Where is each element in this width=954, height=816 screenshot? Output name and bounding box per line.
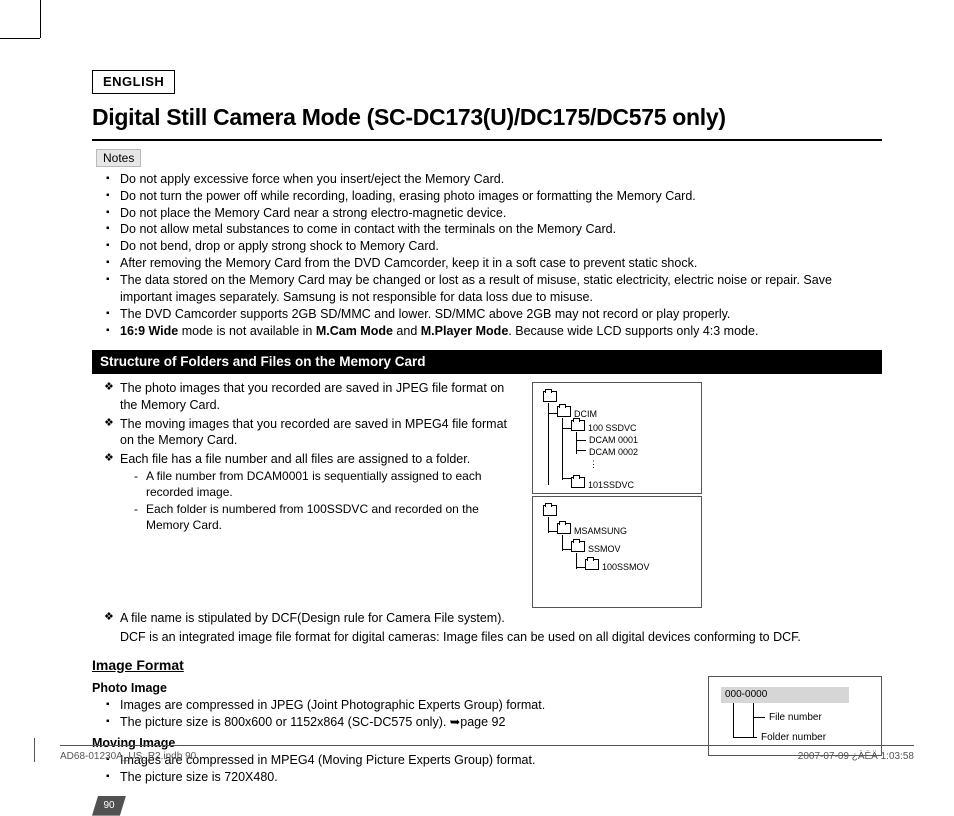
file-number-label: File number bbox=[769, 711, 822, 725]
note-item: Do not place the Memory Card near a stro… bbox=[106, 205, 882, 222]
list-item: The picture size is 800x600 or 1152x864 … bbox=[106, 714, 672, 731]
photo-image-heading: Photo Image bbox=[92, 680, 672, 697]
notes-list: Do not apply excessive force when you in… bbox=[106, 171, 882, 340]
note-item: Do not bend, drop or apply strong shock … bbox=[106, 238, 882, 255]
note-item: 16:9 Wide mode is not available in M.Cam… bbox=[106, 323, 882, 340]
note-item: Do not apply excessive force when you in… bbox=[106, 171, 882, 188]
structure-points: The photo images that you recorded are s… bbox=[104, 380, 522, 533]
notes-heading: Notes bbox=[96, 149, 141, 167]
page-title: Digital Still Camera Mode (SC-DC173(U)/D… bbox=[92, 102, 882, 141]
diagram-photo-image: DCIM 100 SSDVC DCAM 0001 DCAM 0002 bbox=[532, 382, 702, 494]
structure-point: A file name is stipulated by DCF(Design … bbox=[104, 610, 882, 627]
structure-point: The moving images that you recorded are … bbox=[104, 416, 522, 450]
structure-subpoint: Each folder is numbered from 100SSDVC an… bbox=[134, 501, 522, 533]
note-item: The DVD Camcorder supports 2GB SD/MMC an… bbox=[106, 306, 882, 323]
footer: AD68-01230A_US_R2.indb 90 2007-07-09 ¿ÀÈ… bbox=[60, 745, 914, 766]
note-item: Do not turn the power off while recordin… bbox=[106, 188, 882, 205]
image-format-heading: Image Format bbox=[92, 656, 882, 675]
photo-image-list: Images are compressed in JPEG (Joint Pho… bbox=[106, 697, 672, 731]
structure-point: The photo images that you recorded are s… bbox=[104, 380, 522, 414]
language-label: ENGLISH bbox=[92, 70, 175, 94]
note-item: Do not allow metal substances to come in… bbox=[106, 221, 882, 238]
footer-left: AD68-01230A_US_R2.indb 90 bbox=[60, 750, 196, 764]
structure-subpoint: A file number from DCAM0001 is sequentia… bbox=[134, 468, 522, 500]
diagram-moving-image: MSAMSUNG SSMOV 100SSMOV bbox=[532, 496, 702, 608]
note-item: After removing the Memory Card from the … bbox=[106, 255, 882, 272]
mplayer-header: 000-0000 bbox=[721, 687, 849, 703]
note-item: The data stored on the Memory Card may b… bbox=[106, 272, 882, 306]
folder-number-label: Folder number bbox=[761, 731, 826, 745]
list-item: The picture size is 720X480. bbox=[106, 769, 672, 786]
list-item: Images are compressed in JPEG (Joint Pho… bbox=[106, 697, 672, 714]
structure-point: Each file has a file number and all file… bbox=[104, 451, 522, 533]
footer-right: 2007-07-09 ¿ÀÈÄ 1:03:58 bbox=[798, 750, 914, 764]
section-structure-heading: Structure of Folders and Files on the Me… bbox=[92, 350, 882, 374]
page-number: 90 bbox=[92, 796, 126, 816]
dcf-description: DCF is an integrated image file format f… bbox=[120, 629, 882, 646]
structure-points-cont: A file name is stipulated by DCF(Design … bbox=[104, 610, 882, 627]
